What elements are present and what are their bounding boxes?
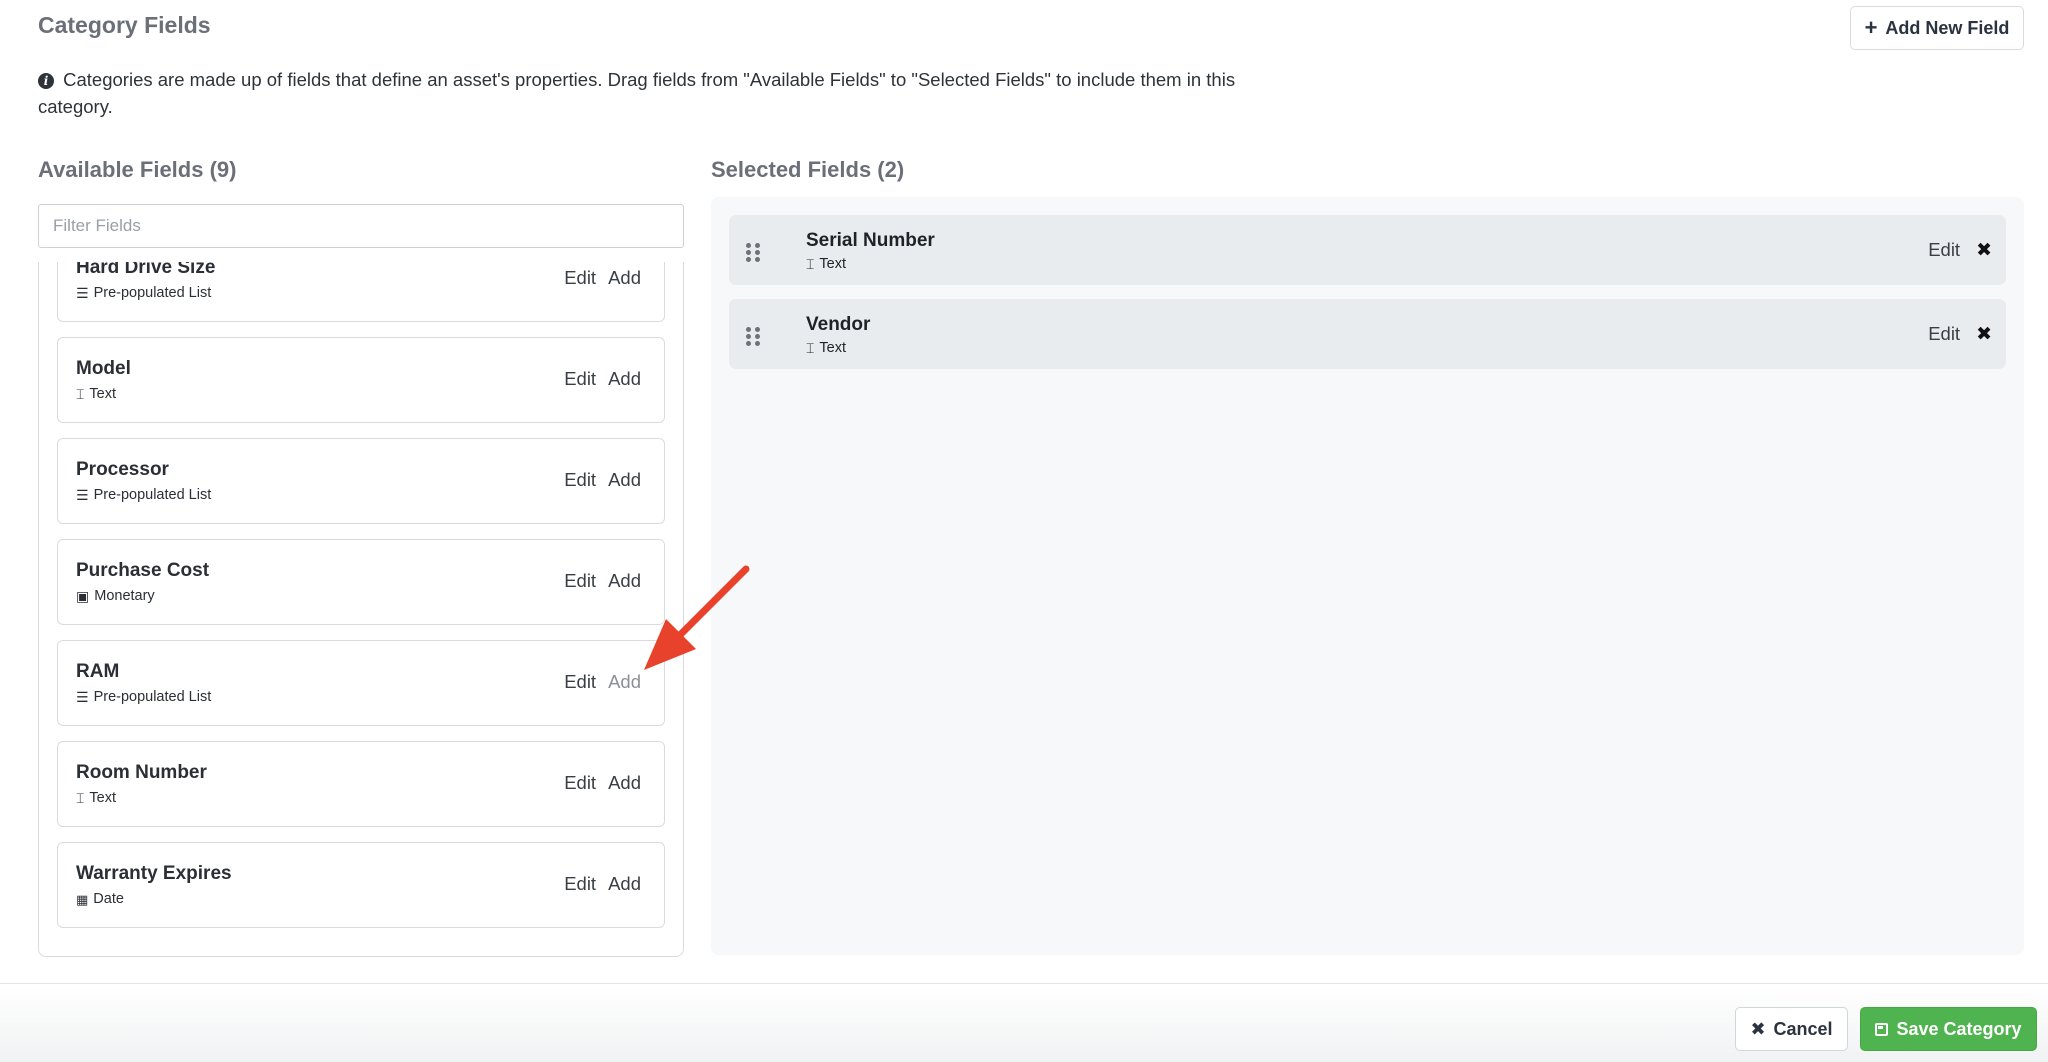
edit-field-link[interactable]: Edit xyxy=(1928,239,1960,261)
field-type-label: Text xyxy=(89,386,116,402)
field-name: Processor xyxy=(76,459,169,480)
money-icon: ▣ xyxy=(76,588,90,604)
available-field-card[interactable]: RAM ☰ Pre-populated List Edit Add xyxy=(57,640,665,726)
add-new-field-button[interactable]: + Add New Field xyxy=(1850,6,2024,50)
remove-field-icon[interactable]: ✖ xyxy=(1976,325,1992,344)
add-new-field-label: Add New Field xyxy=(1885,17,2010,38)
field-type-label: Pre-populated List xyxy=(93,487,212,503)
field-type-label: Text xyxy=(819,340,846,356)
remove-field-icon[interactable]: ✖ xyxy=(1976,241,1992,260)
add-field-link[interactable]: Add xyxy=(608,368,641,390)
available-fields-list[interactable]: Hard Drive Size ☰ Pre-populated List Edit… xyxy=(38,262,684,957)
edit-field-link[interactable]: Edit xyxy=(564,570,596,592)
list-icon: ☰ xyxy=(76,285,89,301)
edit-field-link[interactable]: Edit xyxy=(564,368,596,390)
field-type: ⌶ Text xyxy=(806,256,846,272)
field-type-label: Pre-populated List xyxy=(93,285,212,301)
field-type: ☰ Pre-populated List xyxy=(76,689,211,705)
available-field-card[interactable]: Room Number ⌶ Text Edit Add xyxy=(57,741,665,827)
field-type-label: Text xyxy=(89,790,116,806)
calendar-icon: ▦ xyxy=(76,891,89,907)
edit-field-link[interactable]: Edit xyxy=(564,671,596,693)
add-field-link[interactable]: Add xyxy=(608,671,641,693)
field-type: ▦ Date xyxy=(76,891,124,907)
save-label: Save Category xyxy=(1896,1018,2022,1039)
edit-field-link[interactable]: Edit xyxy=(564,267,596,289)
field-name: Warranty Expires xyxy=(76,863,232,884)
info-text: Categories are made up of fields that de… xyxy=(38,69,1236,117)
selected-fields-heading: Selected Fields (2) xyxy=(711,157,905,182)
cancel-label: Cancel xyxy=(1773,1018,1833,1039)
available-field-card[interactable]: Processor ☰ Pre-populated List Edit Add xyxy=(57,438,665,524)
available-field-card[interactable]: Hard Drive Size ☰ Pre-populated List Edit… xyxy=(57,262,665,322)
field-name: Hard Drive Size xyxy=(76,262,216,278)
footer-bar: ✖ Cancel Save Category xyxy=(0,983,2048,1062)
selected-field-card[interactable]: Serial Number ⌶ Text Edit ✖ xyxy=(729,215,2006,285)
add-field-link[interactable]: Add xyxy=(608,267,641,289)
field-name: Purchase Cost xyxy=(76,560,210,581)
field-name: Room Number xyxy=(76,762,207,783)
drag-handle-icon[interactable] xyxy=(746,243,762,263)
field-name: Vendor xyxy=(806,314,871,335)
drag-handle-icon[interactable] xyxy=(746,327,762,347)
field-name: RAM xyxy=(76,661,120,682)
field-type: ⌶ Text xyxy=(76,386,116,402)
add-field-link[interactable]: Add xyxy=(608,469,641,491)
save-icon xyxy=(1875,1022,1889,1036)
plus-icon: + xyxy=(1864,15,1878,40)
cancel-button[interactable]: ✖ Cancel xyxy=(1735,1007,1848,1051)
text-cursor-icon: ⌶ xyxy=(76,790,85,806)
edit-field-link[interactable]: Edit xyxy=(564,772,596,794)
selected-fields-list[interactable]: Serial Number ⌶ Text Edit ✖ Vendor ⌶ Text E… xyxy=(711,197,2024,955)
text-cursor-icon: ⌶ xyxy=(806,340,815,356)
field-type: ☰ Pre-populated List xyxy=(76,285,211,301)
text-cursor-icon: ⌶ xyxy=(76,386,85,402)
edit-field-link[interactable]: Edit xyxy=(564,469,596,491)
selected-field-card[interactable]: Vendor ⌶ Text Edit ✖ xyxy=(729,299,2006,369)
page-title: Category Fields xyxy=(38,12,211,38)
text-cursor-icon: ⌶ xyxy=(806,256,815,272)
field-name: Serial Number xyxy=(806,230,935,251)
field-type: ▣ Monetary xyxy=(76,588,155,604)
field-type: ⌶ Text xyxy=(806,340,846,356)
field-type-label: Pre-populated List xyxy=(93,689,212,705)
list-icon: ☰ xyxy=(76,689,89,705)
available-field-card[interactable]: Purchase Cost ▣ Monetary Edit Add xyxy=(57,539,665,625)
field-type: ⌶ Text xyxy=(76,790,116,806)
annotation-arrow-icon xyxy=(644,565,750,670)
field-type: ☰ Pre-populated List xyxy=(76,487,211,503)
available-field-card[interactable]: Warranty Expires ▦ Date Edit Add xyxy=(57,842,665,928)
close-icon: ✖ xyxy=(1750,1018,1766,1039)
add-field-link[interactable]: Add xyxy=(608,873,641,895)
save-category-button[interactable]: Save Category xyxy=(1860,1007,2037,1051)
list-icon: ☰ xyxy=(76,487,89,503)
field-name: Model xyxy=(76,358,131,379)
edit-field-link[interactable]: Edit xyxy=(1928,323,1960,345)
edit-field-link[interactable]: Edit xyxy=(564,873,596,895)
available-fields-heading: Available Fields (9) xyxy=(38,157,237,182)
add-field-link[interactable]: Add xyxy=(608,570,641,592)
field-type-label: Text xyxy=(819,256,846,272)
add-field-link[interactable]: Add xyxy=(608,772,641,794)
field-type-label: Monetary xyxy=(94,588,155,604)
filter-fields-input[interactable] xyxy=(38,204,684,248)
info-message: i Categories are made up of fields that … xyxy=(38,66,1278,120)
available-field-card[interactable]: Model ⌶ Text Edit Add xyxy=(57,337,665,423)
field-type-label: Date xyxy=(93,891,124,907)
info-icon: i xyxy=(38,73,54,89)
